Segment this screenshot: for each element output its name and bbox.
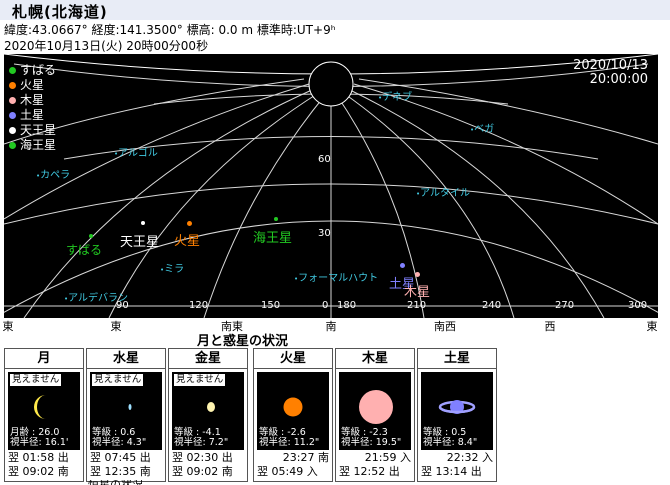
truncated-section-heading: 恒星の状況 [88,480,143,485]
uranus-label: 天王星 [120,235,160,250]
direction-bar: 東 東 南東 南 南 南西 西 東 [2,318,658,333]
legend-item: 土星 [9,104,56,122]
set-time: 翌 09:02 南 [8,465,69,478]
planet-view: 等級 : -2.3 視半径: 19.5" [339,372,411,450]
planet-view: 等級 : 0.5 視半径: 8.4" [421,372,493,450]
star-marker: •フォーマルハウト [294,273,379,284]
legend-dot [9,97,16,104]
rise-time: 21:59 入 [364,451,411,464]
stat-line: 視半径: 16.1' [10,437,69,448]
legend-dot [9,112,16,119]
azimuth-label: 270 [555,300,575,311]
page-title: 札幌(北海道) [12,3,108,21]
azimuth-label: 210 [407,300,427,311]
planet-name: 月 [5,349,83,369]
planet-view: 見えません 等級 : 0.6 視半径: 4.3" [90,372,162,450]
mars-label: 火星 [174,234,201,249]
rise-time: 22:32 入 [446,451,493,464]
planet-card-saturn: 土星 等級 : 0.5 視半径: 8.4" 22:32 入 翌 13:14 出 [417,348,497,482]
azimuth-label: 120 [189,300,209,311]
legend-item: 天王星 [9,119,56,137]
neptune-label: 海王星 [253,231,293,246]
location-info: 緯度:43.0667° 経度:141.3500° 標高: 0.0 m 標準時:U… [4,23,336,37]
star-marker: •アルデバラン [64,293,129,304]
saturn-dot [400,263,405,268]
planet-view: 見えません 等級 : -4.1 視半径: 7.2" [172,372,244,450]
neptune-dot [274,217,278,221]
legend-item: すばる [9,59,56,77]
rise-time: 23:27 南 [282,451,329,464]
stat-line: 視半径: 7.2" [174,437,229,448]
azimuth-label: 180 [337,300,357,311]
planet-name: 水星 [87,349,165,369]
legend-dot [9,142,16,149]
datetime-info: 2020年10月13日(火) 20時00分00秒 [4,39,209,53]
planet-card-venus: 金星 見えません 等級 : -4.1 視半径: 7.2" 翌 02:30 出 翌… [168,348,248,482]
legend-dot [9,82,16,89]
jupiter-dot [415,272,420,277]
azimuth-label: 240 [482,300,502,311]
stat-line: 視半径: 19.5" [341,437,402,448]
altitude-label: 60 [318,154,331,165]
rise-time: 翌 02:30 出 [172,451,233,464]
stat-line: 視半径: 8.4" [423,437,478,448]
set-time: 翌 09:02 南 [172,465,233,478]
star-marker: •ベガ [470,124,495,135]
planet-name: 木星 [336,349,414,369]
stat-line: 視半径: 11.2" [259,437,320,448]
star-marker: •カペラ [36,170,71,181]
direction-label: 東 [110,320,122,333]
sky-date: 2020/10/13 [573,58,648,73]
rise-time: 翌 01:58 出 [8,451,69,464]
star-marker: •アルタイル [416,188,471,199]
azimuth-label: 150 [261,300,281,311]
legend-dot [9,67,16,74]
planet-name: 土星 [418,349,496,369]
legend-item: 木星 [9,89,56,107]
jupiter-label: 木星 [404,285,431,300]
set-time: 翌 05:49 入 [257,465,318,478]
altitude-label: 0 [322,300,329,311]
uranus-dot [141,221,145,225]
star-marker: •ミラ [160,264,185,275]
planet-view: 等級 : -2.6 視半径: 11.2" [257,372,329,450]
star-marker: •アルゴル [114,148,158,159]
set-time: 翌 13:14 出 [421,465,482,478]
stat-line: 視半径: 4.3" [92,437,147,448]
mars-dot [187,221,192,226]
sky-chart: 2020/10/13 20:00:00 すばる 火星 木星 土星 天王星 海王星… [4,54,658,318]
status-section-title: 月と惑星の状況 [197,334,289,349]
sky-time: 20:00:00 [589,72,648,87]
planet-name: 金星 [169,349,247,369]
planet-card-mars: 火星 等級 : -2.6 視半径: 11.2" 23:27 南 翌 05:49 … [253,348,333,482]
set-time: 翌 12:52 出 [339,465,400,478]
legend: すばる 火星 木星 土星 天王星 海王星 [9,59,56,152]
planet-name: 火星 [254,349,332,369]
subaru-label: すばる [66,243,103,257]
planet-card-mercury: 水星 見えません 等級 : 0.6 視半径: 4.3" 翌 07:45 出 翌 … [86,348,166,482]
altitude-label: 30 [318,228,331,239]
azimuth-label: 300 [628,300,648,311]
star-marker: •デネブ [378,92,413,103]
direction-label: 東 [2,320,14,333]
planet-card-jupiter: 木星 等級 : -2.3 視半径: 19.5" 21:59 入 翌 12:52 … [335,348,415,482]
direction-label: 南西 [434,320,456,333]
subaru-dot [89,234,93,238]
legend-item: 海王星 [9,134,56,152]
set-time: 翌 12:35 南 [90,465,151,478]
direction-label: 南 [325,320,337,333]
rise-time: 翌 07:45 出 [90,451,151,464]
direction-label: 東 [646,320,658,333]
planet-view: 見えません 月齢 : 26.0 視半径: 16.1' [8,372,80,450]
planet-card-moon: 月 見えません 月齢 : 26.0 視半径: 16.1' 翌 01:58 出 翌… [4,348,84,482]
direction-label: 西 [544,320,556,333]
legend-dot [9,127,16,134]
